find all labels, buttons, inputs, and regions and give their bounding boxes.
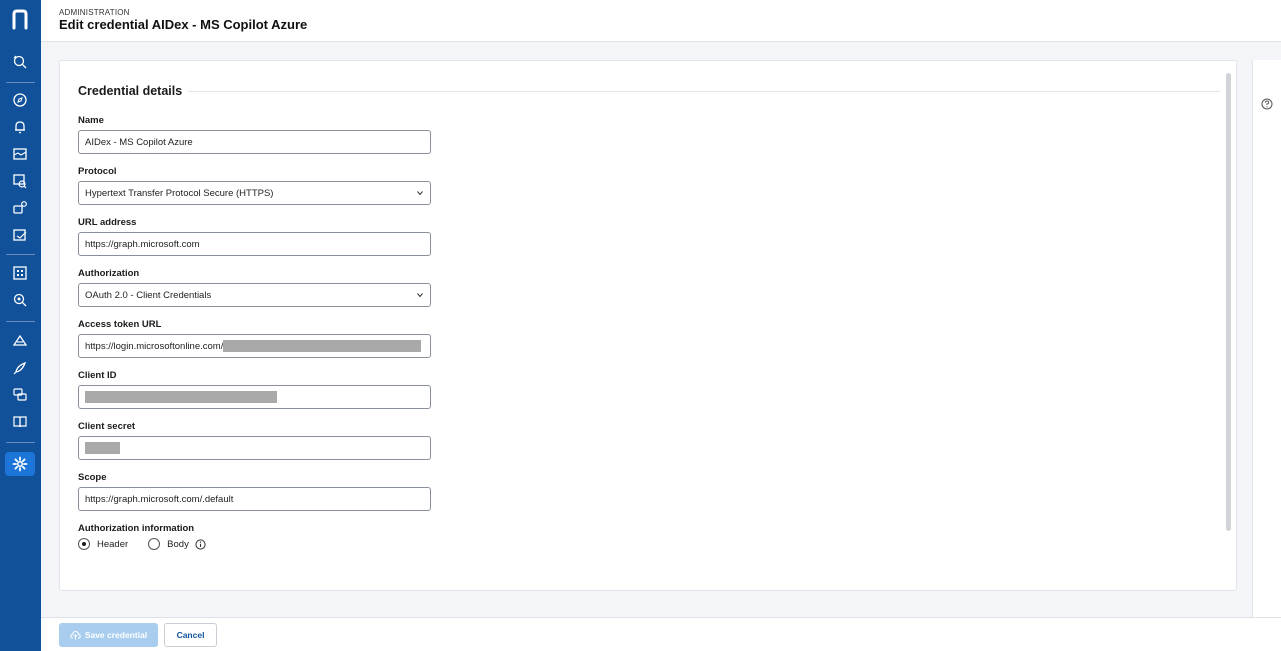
auth-info-label: Authorization information [78, 523, 195, 534]
integration-icon[interactable] [11, 199, 29, 217]
right-panel [1252, 60, 1281, 617]
footer-bar: Save credential Cancel [41, 617, 1281, 651]
bell-icon[interactable] [11, 118, 29, 136]
app-logo[interactable] [11, 8, 29, 30]
section-divider [188, 91, 1220, 92]
report-icon[interactable] [11, 226, 29, 244]
chat-icon[interactable] [11, 386, 29, 404]
redacted-block [85, 442, 120, 454]
name-label: Name [78, 115, 104, 126]
cancel-button[interactable]: Cancel [164, 623, 217, 647]
access-token-url-label: Access token URL [78, 319, 162, 330]
chevron-down-icon [417, 191, 423, 196]
redacted-block [85, 391, 277, 403]
save-credential-button[interactable]: Save credential [59, 623, 158, 647]
scope-label: Scope [78, 472, 107, 483]
section-title: Credential details [78, 84, 183, 98]
deploy-icon[interactable] [11, 332, 29, 350]
url-label: URL address [78, 217, 137, 228]
sidebar [0, 0, 41, 651]
client-id-label: Client ID [78, 370, 117, 381]
protocol-label: Protocol [78, 166, 117, 177]
access-token-url-value: https://login.microsoftonline.com/ [85, 340, 224, 352]
scope-value: https://graph.microsoft.com/.default [85, 493, 234, 505]
scope-input[interactable]: https://graph.microsoft.com/.default [78, 487, 431, 511]
authorization-value: OAuth 2.0 - Client Credentials [85, 289, 212, 301]
authorization-select[interactable]: OAuth 2.0 - Client Credentials [78, 283, 431, 307]
analysis-icon[interactable] [11, 172, 29, 190]
cloud-upload-icon [70, 630, 81, 640]
discovery-icon[interactable] [11, 291, 29, 309]
name-input[interactable]: AIDex - MS Copilot Azure [78, 130, 431, 154]
header-radio[interactable] [78, 538, 90, 550]
rocket-icon[interactable] [11, 359, 29, 377]
scrollbar[interactable] [1226, 73, 1231, 531]
name-value: AIDex - MS Copilot Azure [85, 136, 193, 148]
protocol-value: Hypertext Transfer Protocol Secure (HTTP… [85, 187, 274, 199]
client-secret-label: Client secret [78, 421, 136, 432]
chevron-down-icon [417, 293, 423, 298]
help-icon[interactable] [1261, 98, 1273, 110]
settings-icon[interactable] [11, 455, 29, 473]
header-radio-label[interactable]: Header [97, 539, 128, 550]
client-secret-input[interactable] [78, 436, 431, 460]
authorization-label: Authorization [78, 268, 140, 279]
breadcrumb[interactable]: ADMINISTRATION [59, 8, 130, 17]
search-icon[interactable] [11, 53, 29, 71]
apps-icon[interactable] [11, 264, 29, 282]
book-icon[interactable] [11, 413, 29, 431]
info-icon[interactable] [195, 538, 206, 550]
page-title: Edit credential AIDex - MS Copilot Azure [59, 17, 308, 32]
access-token-url-input[interactable]: https://login.microsoftonline.com/ [78, 334, 431, 358]
dashboard-icon[interactable] [11, 145, 29, 163]
protocol-select[interactable]: Hypertext Transfer Protocol Secure (HTTP… [78, 181, 431, 205]
redacted-block [223, 340, 422, 352]
compass-icon[interactable] [11, 91, 29, 109]
auth-info-radio-group: Header Body [78, 538, 206, 550]
client-id-input[interactable] [78, 385, 431, 409]
save-credential-label: Save credential [84, 630, 148, 640]
url-input[interactable]: https://graph.microsoft.com [78, 232, 431, 256]
credential-details-card: Credential details Name AIDex - MS Copil… [59, 60, 1237, 591]
page-header: ADMINISTRATION Edit credential AIDex - M… [41, 0, 1281, 42]
body-radio-label[interactable]: Body [167, 539, 189, 550]
body-radio[interactable] [148, 538, 161, 550]
url-value: https://graph.microsoft.com [85, 238, 200, 250]
